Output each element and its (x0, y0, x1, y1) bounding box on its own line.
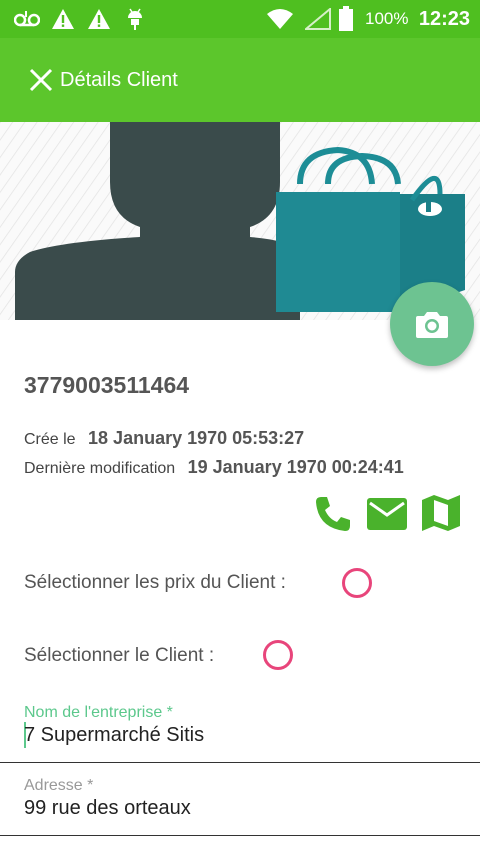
map-icon[interactable] (421, 494, 461, 532)
select-prices-radio[interactable] (342, 568, 372, 598)
camera-icon (416, 312, 448, 338)
company-input[interactable]: 7 Supermarché Sitis (24, 724, 204, 747)
voicemail-icon (14, 11, 40, 27)
modified-label: Dernière modification (24, 460, 176, 477)
warning-icon (88, 9, 110, 29)
android-debug-icon (128, 8, 142, 30)
company-label: Nom de l'entreprise * (24, 704, 173, 721)
created-value: 18 January 1970 05:53:27 (88, 428, 305, 448)
company-field[interactable]: Nom de l'entreprise * 7 Supermarché Siti… (0, 700, 480, 764)
address-label: Adresse * (24, 777, 94, 794)
modified-value: 19 January 1970 00:24:41 (187, 457, 404, 477)
select-client-radio[interactable] (263, 640, 293, 670)
address-input[interactable]: 99 rue des orteaux (24, 797, 191, 820)
modified-row: Dernière modification 19 January 1970 00… (24, 457, 404, 478)
battery-percent: 100% (365, 9, 409, 28)
warning-icon (52, 9, 74, 29)
select-client-label: Sélectionner le Client : (24, 645, 215, 666)
page-title: Détails Client (60, 69, 178, 91)
battery-icon (339, 6, 353, 31)
status-bar: 100% 12:23 (0, 0, 480, 38)
address-field[interactable]: Adresse * 99 rue des orteaux (0, 772, 480, 836)
signal-icon (305, 8, 331, 30)
wifi-icon (267, 9, 293, 29)
phone-icon[interactable] (313, 494, 353, 534)
app-toolbar: Détails Client (0, 38, 480, 122)
change-photo-button[interactable] (390, 282, 474, 366)
client-id: 3779003511464 (24, 372, 190, 398)
company-underline (0, 762, 480, 763)
created-label: Crée le (24, 431, 76, 448)
address-underline (0, 835, 480, 836)
close-icon[interactable] (28, 67, 54, 93)
select-prices-label: Sélectionner les prix du Client : (24, 572, 286, 593)
email-icon[interactable] (366, 497, 408, 531)
created-row: Crée le 18 January 1970 05:53:27 (24, 428, 304, 449)
clock: 12:23 (418, 8, 470, 30)
